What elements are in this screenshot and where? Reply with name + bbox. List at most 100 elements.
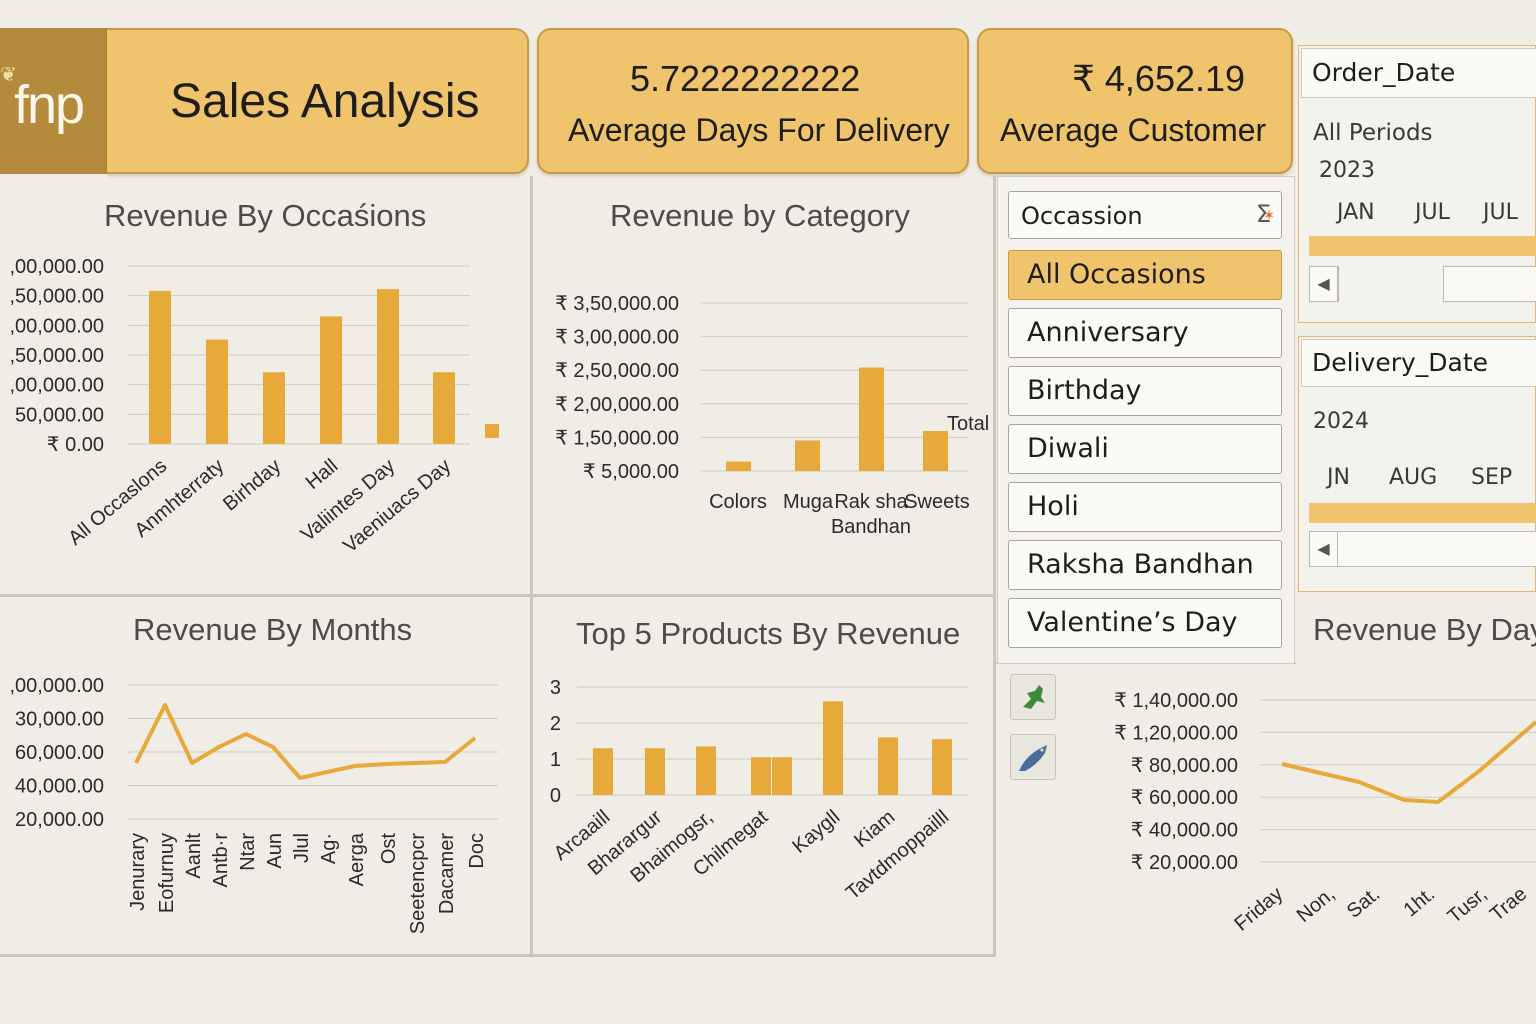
slicer-item-valentines-day[interactable]: Valentine’s Day	[1008, 598, 1282, 648]
annotation-total: Total	[947, 413, 989, 435]
slicer-item-diwali[interactable]: Diwali	[1008, 424, 1282, 474]
star-icon: ✶	[1263, 208, 1275, 224]
y-tick-label: ,50,000.00	[9, 286, 104, 308]
bar-occasion	[263, 372, 285, 444]
bar-product	[772, 757, 792, 795]
chart-months: ,00,000.00 30,000.00 60,000.00 40,000.00 20,…	[9, 675, 498, 934]
x-month-label: Dacamer	[436, 833, 458, 914]
slicer-item-anniversary[interactable]: Anniversary	[1008, 308, 1282, 358]
x-month-label: Eofurnuy	[156, 833, 178, 913]
bar-occasion	[149, 290, 171, 444]
y-tick-label: ₹ 80,000.00	[1131, 755, 1238, 777]
x-day-label: Friday	[1230, 883, 1287, 936]
bar-product	[751, 757, 771, 795]
x-month-label: Antb·r	[210, 833, 232, 888]
order-date-scrollbar[interactable]	[1443, 266, 1536, 302]
pin-icon	[1023, 685, 1045, 709]
x-day-label: Tusr,	[1444, 883, 1492, 928]
line-series-months	[134, 703, 477, 780]
y-tick-label: 30,000.00	[15, 709, 104, 731]
order-date-month-1[interactable]: JAN	[1337, 200, 1375, 225]
chart-occasions: ,00,000.00 ,50,000.00 ,00,000.00 ,50,000.00…	[9, 256, 499, 557]
x-month-label: Jlul	[291, 833, 313, 863]
x-category-label: Bandhan	[831, 516, 911, 538]
kpi-card-customer	[977, 28, 1293, 174]
x-category-label: Colors	[709, 491, 767, 513]
chart-title-days: Revenue By Day	[1313, 612, 1536, 647]
y-tick-label: 2	[550, 713, 561, 735]
slicer-header[interactable]: Occassion Σ ✶	[1008, 191, 1282, 239]
x-occasion-label: Hall	[302, 455, 343, 494]
order-date-year: 2023	[1319, 158, 1375, 183]
y-tick-label: ₹ 3,00,000.00	[555, 327, 679, 349]
bar-category	[795, 440, 820, 471]
page-title: Sales Analysis	[170, 75, 480, 128]
y-tick-label: 40,000.00	[15, 776, 104, 798]
x-product-label: Kaygll	[788, 806, 844, 858]
y-tick-label: ₹ 40,000.00	[1131, 820, 1238, 842]
fish-icon	[1019, 745, 1047, 771]
bar-category	[923, 431, 948, 471]
delivery-date-title: Delivery_Date	[1301, 339, 1536, 387]
brand-logo: fnp	[14, 75, 85, 135]
x-month-label: Ntar	[237, 833, 259, 871]
y-tick-label: ₹ 2,50,000.00	[555, 360, 679, 382]
bar-product	[878, 737, 898, 795]
slicer-item-holi[interactable]: Holi	[1008, 482, 1282, 532]
x-category-label: Rak sha	[834, 491, 908, 513]
slicer-item-raksha-bandhan[interactable]: Raksha Bandhan	[1008, 540, 1282, 590]
pin-button[interactable]	[1010, 674, 1056, 720]
chevron-left-icon: ◀	[1310, 532, 1338, 566]
order-date-month-2[interactable]: JUL	[1415, 200, 1450, 225]
delivery-date-scrollbar[interactable]: ◀	[1309, 531, 1536, 567]
delivery-date-timeline[interactable]	[1309, 503, 1536, 523]
fish-button[interactable]	[1010, 734, 1056, 780]
slicer-item-birthday[interactable]: Birthday	[1008, 366, 1282, 416]
order-date-scroll-left[interactable]: ◀	[1309, 266, 1339, 302]
x-month-label: Aun	[264, 833, 286, 869]
order-date-period[interactable]: All Periods	[1313, 120, 1433, 146]
y-tick-label: ,00,000.00	[9, 375, 104, 397]
kpi-days-value: 5.7222222222	[630, 58, 861, 99]
bar-occasion	[320, 316, 342, 444]
y-tick-label: ₹ 0.00	[47, 434, 104, 456]
y-tick-label: ,50,000.00	[9, 345, 104, 367]
delivery-date-year: 2024	[1313, 409, 1369, 434]
delivery-date-month-2[interactable]: AUG	[1389, 465, 1437, 490]
x-month-label: Ag·	[318, 833, 340, 864]
delivery-date-month-1[interactable]: JN	[1327, 465, 1350, 490]
bar-occasion	[485, 424, 499, 438]
y-tick-label: ,00,000.00	[9, 315, 104, 337]
y-tick-label: ₹ 2,00,000.00	[555, 394, 679, 416]
kpi-days-label: Average Days For Delivery	[568, 112, 950, 148]
bar-occasion	[377, 289, 399, 444]
y-tick-label: ,00,000.00	[9, 256, 104, 278]
delivery-date-month-3[interactable]: SEP	[1471, 465, 1512, 490]
y-tick-label: ₹ 60,000.00	[1131, 787, 1238, 809]
slicer-item-all-occasions[interactable]: All Occasions	[1008, 250, 1282, 300]
x-day-label: Non,	[1293, 883, 1340, 927]
line-series-days	[1281, 720, 1536, 804]
x-month-label: Aanlt	[183, 833, 205, 879]
bar-product	[593, 748, 613, 795]
x-occasion-label: Birhday	[219, 455, 285, 515]
bar-product	[696, 746, 716, 795]
y-tick-label: 20,000.00	[15, 809, 104, 831]
y-tick-label: ,00,000.00	[9, 675, 104, 697]
divider	[993, 176, 996, 954]
chart-days: ₹ 1,40,000.00 ₹ 1,20,000.00 ₹ 80,000.00 ₹ 6…	[1114, 690, 1536, 936]
divider	[0, 954, 996, 957]
bar-category	[859, 367, 884, 471]
y-tick-label: 0	[550, 785, 561, 807]
y-tick-label: 50,000.00	[15, 404, 104, 426]
order-date-timeline[interactable]	[1309, 236, 1536, 256]
delivery-date-slicer: Delivery_Date 2024 JN AUG SEP ◀	[1298, 336, 1536, 592]
bar-product	[645, 748, 665, 795]
bar-product	[932, 739, 952, 795]
order-date-title: Order_Date	[1301, 48, 1536, 98]
bar-occasion	[433, 372, 455, 444]
bar-product	[823, 701, 843, 795]
y-tick-label: 60,000.00	[15, 742, 104, 764]
x-day-label: Trae	[1486, 883, 1531, 926]
order-date-month-3[interactable]: JUL	[1483, 200, 1518, 225]
